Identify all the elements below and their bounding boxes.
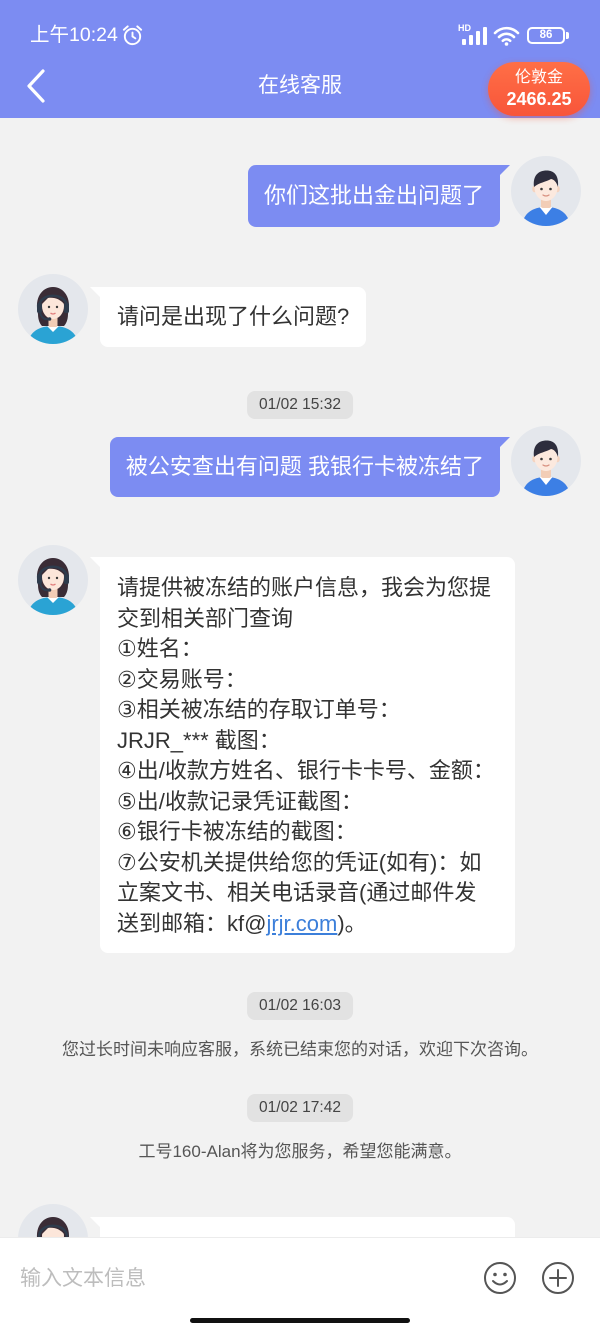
- top-bar: 上午10:24 HD 86 在线客服 伦敦金 2466.25: [0, 0, 600, 118]
- message-line: 请提供被冻结的账户信息，我会为您提: [117, 575, 492, 600]
- battery-nub: [566, 32, 569, 39]
- message-line: ②交易账号：: [117, 666, 247, 692]
- user-message-bubble: 被公安查出有问题 我银行卡被冻结了: [109, 437, 511, 497]
- message-text: 请问是出现了什么问题?: [117, 304, 350, 329]
- badge-label: 伦敦金: [514, 69, 563, 86]
- message-line: ①姓名：: [117, 636, 203, 661]
- badge-value: 2466.25: [506, 89, 572, 109]
- message-line: ④出/收款方姓名、银行卡卡号、金额：: [117, 758, 495, 783]
- timestamp: 01/02 16:03: [247, 992, 353, 1020]
- system-notice: 工号160-Alan将为您服务，希望您能满意。: [138, 1142, 462, 1161]
- message-text: 你们这批出金出问题了: [263, 183, 484, 208]
- emoji-icon: [484, 1262, 516, 1294]
- message-line: ⑦公安机关提供给您的凭证(如有)：如: [117, 849, 482, 875]
- agent-avatar: [18, 545, 88, 615]
- message-line-text: 送到邮箱：kf@: [117, 910, 267, 936]
- system-notice: 您过长时间未响应客服，系统已结束您的对话，欢迎下次咨询。: [62, 1040, 538, 1059]
- message-line: 立案文书、相关电话录音(通过邮件发: [117, 880, 477, 905]
- alarm-clock-icon: [121, 24, 144, 47]
- input-bar: [0, 1237, 600, 1333]
- message-line-end: )。: [337, 910, 367, 936]
- signal-icon: [462, 27, 487, 45]
- home-indicator: [190, 1318, 410, 1323]
- email-link[interactable]: jrjr.com: [266, 911, 337, 936]
- message-line: JRJR_*** 截图：: [117, 727, 281, 753]
- message-text: 被公安查出有问题 我银行卡被冻结了: [125, 454, 484, 479]
- wifi-icon: [493, 26, 520, 46]
- message-line: ⑥银行卡被冻结的截图：: [117, 819, 357, 844]
- message-line: 交到相关部门查询: [117, 605, 294, 631]
- message-line-with-link: 送到邮箱：kf@jrjr.com)。: [117, 909, 498, 940]
- agent-avatar: [18, 274, 88, 344]
- user-avatar: [511, 426, 581, 496]
- message-line: ⑤出/收款记录凭证截图：: [117, 788, 363, 814]
- battery-level: 86: [539, 29, 553, 41]
- agent-message-bubble: 请提供被冻结的账户信息，我会为您提 交到相关部门查询 ①姓名： ②交易账号： ③…: [90, 557, 515, 953]
- user-message-bubble: 你们这批出金出问题了: [247, 165, 511, 227]
- gold-price-badge[interactable]: 伦敦金 2466.25: [488, 62, 590, 116]
- message-input[interactable]: [20, 1262, 460, 1296]
- status-time: 上午10:24: [30, 24, 118, 46]
- page-title: 在线客服: [258, 74, 342, 97]
- back-button[interactable]: [20, 66, 52, 106]
- timestamp: 01/02 15:32: [247, 391, 353, 419]
- user-avatar: [511, 156, 581, 226]
- timestamp: 01/02 17:42: [247, 1094, 353, 1122]
- plus-circle-icon: [542, 1262, 574, 1294]
- message-line: ③相关被冻结的存取订单号：: [117, 697, 401, 722]
- chevron-left-icon: [27, 69, 45, 103]
- battery-icon: 86: [527, 27, 565, 44]
- agent-message-bubble: 请问是出现了什么问题?: [89, 287, 367, 347]
- emoji-button[interactable]: [483, 1261, 517, 1295]
- more-button[interactable]: [541, 1261, 575, 1295]
